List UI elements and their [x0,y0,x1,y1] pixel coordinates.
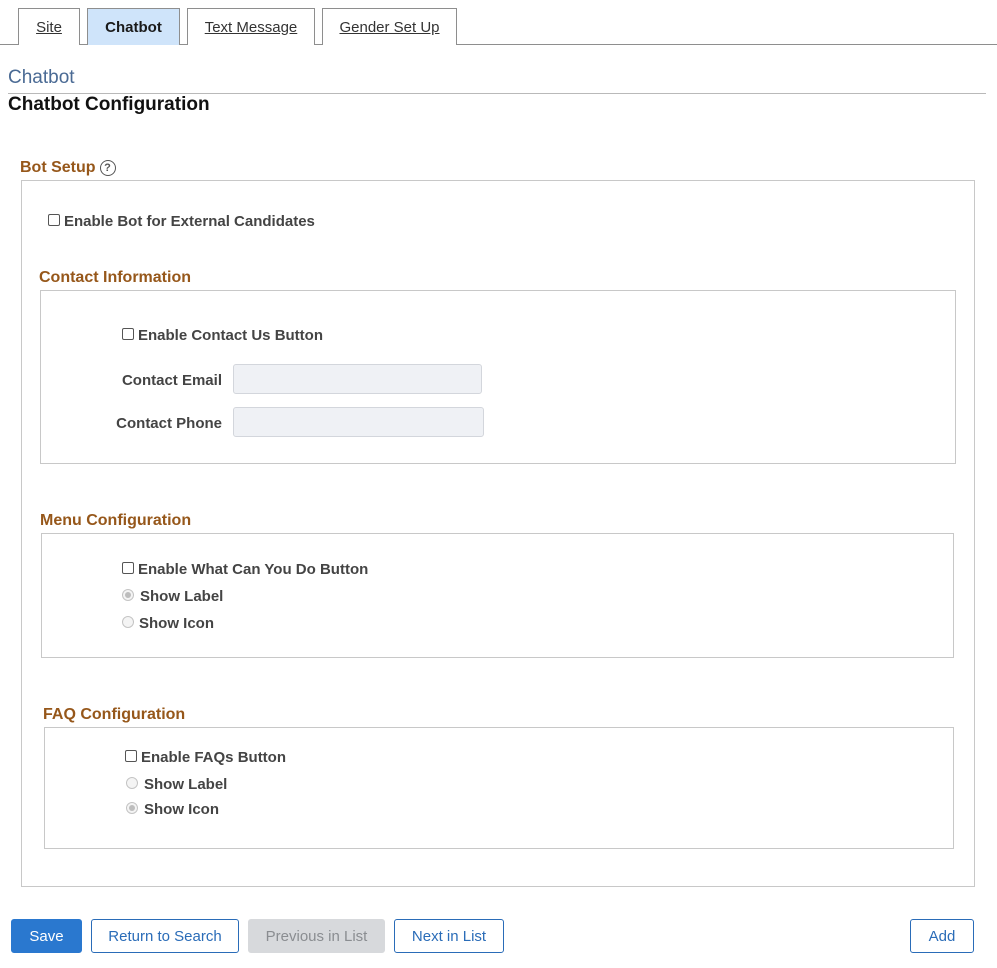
enable-bot-checkbox[interactable] [48,214,60,226]
enable-contact-us-checkbox[interactable] [122,328,134,340]
contact-email-label: Contact Email [121,372,222,389]
next-in-list-button[interactable]: Next in List [394,919,504,953]
contact-phone-label: Contact Phone [116,415,222,432]
return-to-search-button[interactable]: Return to Search [91,919,239,953]
help-icon[interactable]: ? [99,160,116,176]
contact-email-field[interactable] [233,364,482,394]
tab-text-message-label: Text Message [204,18,298,36]
tab-site-label: Site [36,18,62,36]
contact-phone-field[interactable] [233,407,484,437]
page-title: Chatbot Configuration [8,94,210,115]
faq-show-label-radio[interactable] [126,777,138,789]
enable-what-can-you-do-label: Enable What Can You Do Button [138,561,369,578]
previous-in-list-button: Previous in List [248,919,385,953]
enable-what-can-you-do-checkbox[interactable] [122,562,134,574]
tab-gender-set-up[interactable]: Gender Set Up [322,8,457,45]
menu-show-label-radio[interactable] [122,589,134,601]
enable-faqs-label: Enable FAQs Button [141,749,287,766]
tab-site[interactable]: Site [18,8,80,45]
tab-gender-set-up-label: Gender Set Up [339,18,440,36]
add-button[interactable]: Add [910,919,974,953]
faq-configuration-title: FAQ Configuration [43,706,186,723]
faq-show-icon-text: Show Icon [144,801,219,818]
enable-faqs-checkbox[interactable] [125,750,137,762]
faq-show-icon-radio[interactable] [126,802,138,814]
tab-text-message[interactable]: Text Message [187,8,315,45]
enable-bot-label: Enable Bot for External Candidates [64,213,315,230]
enable-contact-us-label: Enable Contact Us Button [138,327,324,344]
menu-show-label-text: Show Label [140,588,224,605]
bot-setup-title: Bot Setup [20,159,96,176]
faq-show-label-text: Show Label [144,776,228,793]
save-button[interactable]: Save [11,919,82,953]
bot-setup-heading: Bot Setup? [20,159,116,177]
menu-show-icon-radio[interactable] [122,616,134,628]
contact-information-title: Contact Information [39,269,191,286]
menu-show-icon-text: Show Icon [139,615,214,632]
tab-chatbot[interactable]: Chatbot [87,8,180,45]
menu-configuration-title: Menu Configuration [40,512,192,529]
page-subtitle: Chatbot [8,67,75,88]
tab-chatbot-label: Chatbot [105,18,162,36]
